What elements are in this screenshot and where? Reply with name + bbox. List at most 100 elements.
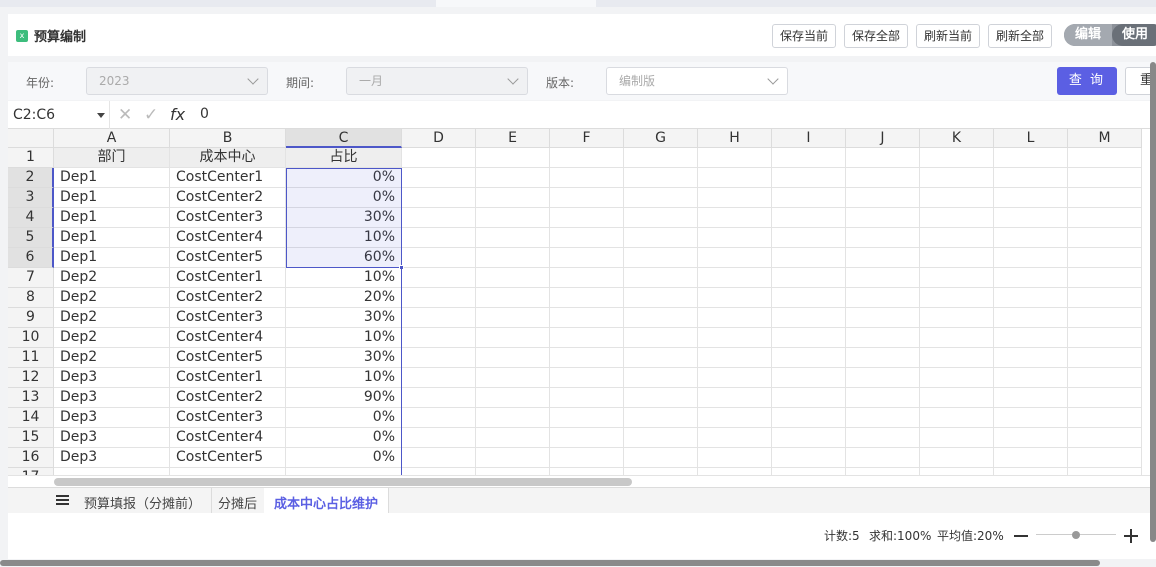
cell-e4[interactable] — [476, 208, 550, 228]
cell-k13[interactable] — [920, 388, 994, 408]
cell-j12[interactable] — [846, 368, 920, 388]
cell-b15[interactable]: CostCenter4 — [170, 428, 286, 448]
cell-b5[interactable]: CostCenter4 — [170, 228, 286, 248]
cell-g8[interactable] — [624, 288, 698, 308]
cell-j11[interactable] — [846, 348, 920, 368]
function-icon[interactable]: fx — [170, 105, 185, 124]
cell-h14[interactable] — [698, 408, 772, 428]
cell-a16[interactable]: Dep3 — [54, 448, 170, 468]
cell-l4[interactable] — [994, 208, 1068, 228]
cell-i1[interactable] — [772, 148, 846, 168]
cell-g11[interactable] — [624, 348, 698, 368]
cell-e14[interactable] — [476, 408, 550, 428]
cell-b6[interactable]: CostCenter5 — [170, 248, 286, 268]
cell-j8[interactable] — [846, 288, 920, 308]
row-header-9[interactable]: 9 — [8, 308, 54, 328]
row-header-8[interactable]: 8 — [8, 288, 54, 308]
cell-i8[interactable] — [772, 288, 846, 308]
cell-h7[interactable] — [698, 268, 772, 288]
cell-j17[interactable] — [846, 468, 920, 475]
sheet-tab-cost-center-ratio[interactable]: 成本中心占比维护 — [264, 488, 390, 514]
cell-c6[interactable]: 60% — [286, 248, 402, 268]
cell-m13[interactable] — [1068, 388, 1142, 408]
cell-k7[interactable] — [920, 268, 994, 288]
cell-m16[interactable] — [1068, 448, 1142, 468]
cell-j6[interactable] — [846, 248, 920, 268]
cell-g13[interactable] — [624, 388, 698, 408]
cell-j9[interactable] — [846, 308, 920, 328]
cell-f1[interactable] — [550, 148, 624, 168]
cell-b2[interactable]: CostCenter1 — [170, 168, 286, 188]
cell-f6[interactable] — [550, 248, 624, 268]
cell-k14[interactable] — [920, 408, 994, 428]
cell-l5[interactable] — [994, 228, 1068, 248]
cell-d11[interactable] — [402, 348, 476, 368]
cell-h15[interactable] — [698, 428, 772, 448]
cell-j1[interactable] — [846, 148, 920, 168]
cell-k6[interactable] — [920, 248, 994, 268]
cell-a5[interactable]: Dep1 — [54, 228, 170, 248]
cell-l1[interactable] — [994, 148, 1068, 168]
cell-l6[interactable] — [994, 248, 1068, 268]
cell-e6[interactable] — [476, 248, 550, 268]
cell-j5[interactable] — [846, 228, 920, 248]
toggle-edit[interactable]: 编辑 — [1064, 24, 1112, 46]
cell-a13[interactable]: Dep3 — [54, 388, 170, 408]
cell-a8[interactable]: Dep2 — [54, 288, 170, 308]
sheet-tab-budget-before[interactable]: 预算填报（分摊前） — [74, 488, 213, 514]
row-header-11[interactable]: 11 — [8, 348, 54, 368]
horizontal-scrollbar[interactable] — [8, 475, 1156, 487]
cell-f8[interactable] — [550, 288, 624, 308]
column-header-g[interactable]: G — [624, 129, 698, 148]
cell-a15[interactable]: Dep3 — [54, 428, 170, 448]
cell-a10[interactable]: Dep2 — [54, 328, 170, 348]
cell-k8[interactable] — [920, 288, 994, 308]
cell-c9[interactable]: 30% — [286, 308, 402, 328]
cell-k3[interactable] — [920, 188, 994, 208]
cell-c12[interactable]: 10% — [286, 368, 402, 388]
cell-i5[interactable] — [772, 228, 846, 248]
cell-d7[interactable] — [402, 268, 476, 288]
cell-b11[interactable]: CostCenter5 — [170, 348, 286, 368]
cell-e9[interactable] — [476, 308, 550, 328]
cell-f7[interactable] — [550, 268, 624, 288]
cell-b17[interactable] — [170, 468, 286, 475]
cell-e3[interactable] — [476, 188, 550, 208]
cell-i6[interactable] — [772, 248, 846, 268]
cell-g2[interactable] — [624, 168, 698, 188]
cell-m14[interactable] — [1068, 408, 1142, 428]
cell-g10[interactable] — [624, 328, 698, 348]
cell-c7[interactable]: 10% — [286, 268, 402, 288]
cell-a9[interactable]: Dep2 — [54, 308, 170, 328]
cell-g16[interactable] — [624, 448, 698, 468]
row-header-7[interactable]: 7 — [8, 268, 54, 288]
cell-k5[interactable] — [920, 228, 994, 248]
cell-f14[interactable] — [550, 408, 624, 428]
cell-c16[interactable]: 0% — [286, 448, 402, 468]
cell-f5[interactable] — [550, 228, 624, 248]
cell-c17[interactable] — [286, 468, 402, 475]
cell-m7[interactable] — [1068, 268, 1142, 288]
cell-h9[interactable] — [698, 308, 772, 328]
column-header-d[interactable]: D — [402, 129, 476, 148]
cell-h13[interactable] — [698, 388, 772, 408]
cell-k4[interactable] — [920, 208, 994, 228]
cell-i9[interactable] — [772, 308, 846, 328]
cell-h12[interactable] — [698, 368, 772, 388]
cell-g4[interactable] — [624, 208, 698, 228]
hamburger-icon[interactable] — [56, 493, 70, 507]
cell-d15[interactable] — [402, 428, 476, 448]
cell-j15[interactable] — [846, 428, 920, 448]
cell-b8[interactable]: CostCenter2 — [170, 288, 286, 308]
cell-g6[interactable] — [624, 248, 698, 268]
row-header-14[interactable]: 14 — [8, 408, 54, 428]
cell-g12[interactable] — [624, 368, 698, 388]
cell-m10[interactable] — [1068, 328, 1142, 348]
cell-a1[interactable]: 部门 — [54, 148, 170, 168]
sheet-tab-after-allocation[interactable]: 分摊后 — [208, 488, 269, 514]
caret-down-icon[interactable] — [97, 113, 105, 118]
cell-d4[interactable] — [402, 208, 476, 228]
version-select[interactable]: 编制版 — [606, 67, 788, 95]
column-header-k[interactable]: K — [920, 129, 994, 148]
column-header-i[interactable]: I — [772, 129, 846, 148]
